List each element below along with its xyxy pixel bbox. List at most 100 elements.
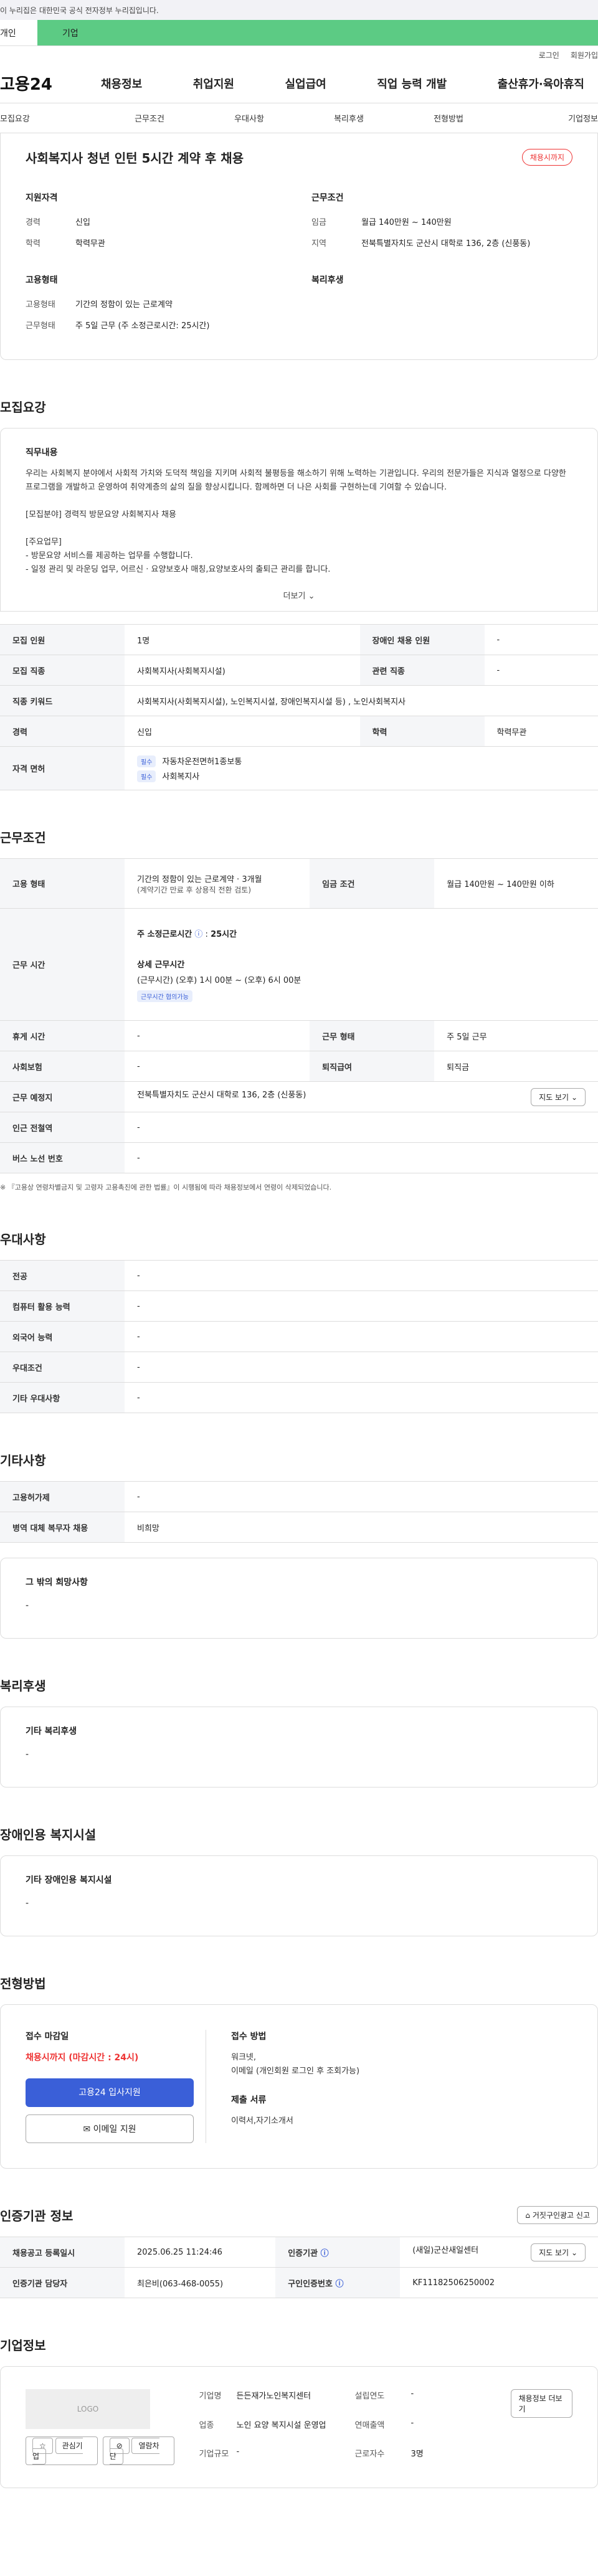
info-icon[interactable]: ⓘ bbox=[336, 2280, 344, 2289]
section-title-pref: 우대사항 bbox=[0, 1232, 46, 1247]
age-law-note: ※ 『고용상 연령차별금지 및 고령자 고용촉진에 관한 법률』이 시행됨에 따… bbox=[0, 1183, 332, 1191]
join-link[interactable]: 회원가입 bbox=[571, 50, 598, 60]
table-cell: 비희망 bbox=[125, 1512, 598, 1543]
duty-heading: 직무내용 bbox=[26, 448, 58, 458]
welfare-section: 복리후생 bbox=[311, 273, 572, 337]
kv-value: 든든재가노인복지센터 bbox=[236, 2392, 311, 2401]
site-logo[interactable]: 고용24 bbox=[0, 72, 87, 95]
table-header: 고용 형태 bbox=[0, 858, 125, 909]
table-header: 퇴직급여 bbox=[310, 1051, 435, 1082]
info-icon[interactable]: ⓘ bbox=[321, 2249, 329, 2258]
section-nav-item[interactable]: 모집요강 bbox=[0, 112, 100, 124]
section-nav-item[interactable]: 복리후생 bbox=[299, 112, 399, 124]
mail-icon: ✉ bbox=[83, 2124, 91, 2134]
table-row: 고용허가제 - bbox=[0, 1481, 598, 1512]
company-logo-placeholder: LOGO bbox=[26, 2389, 150, 2429]
table-cell: 신입 bbox=[125, 716, 360, 747]
tab-personal[interactable]: 개인 bbox=[0, 20, 37, 45]
kv-value: 주 5일 근무 (주 소정근로시간: 25시간) bbox=[75, 321, 210, 331]
kv-value: - bbox=[411, 2418, 414, 2428]
table-header: 컴퓨터 활용 능력 bbox=[0, 1290, 125, 1322]
deadline-value: 채용시까지 (마감시간 : 24시) bbox=[26, 2053, 139, 2063]
chevron-down-icon: ⌄ bbox=[308, 592, 315, 601]
table-row: 경력 신입 학력 학력무관 bbox=[0, 716, 598, 747]
gnb-item[interactable]: 직업 능력 개발 bbox=[363, 75, 460, 92]
kv-value: 3명 bbox=[411, 2450, 424, 2460]
etc-table: 고용허가제 - 병역 대체 복무자 채용 비희망 bbox=[0, 1481, 598, 1543]
table-row: 모집 인원 1명 장애인 채용 인원 - bbox=[0, 624, 598, 655]
info-icon[interactable]: ⓘ bbox=[194, 930, 202, 939]
section-heading: 근무조건 bbox=[311, 193, 344, 203]
more-button[interactable]: 더보기 ⌄ bbox=[26, 577, 572, 605]
section-nav-item[interactable]: 기업정보 bbox=[498, 112, 598, 124]
table-cell: 사회복지사(사회복지시설), 노인복지시설, 장애인복지시설 등) , 노인사회… bbox=[125, 685, 598, 716]
method-heading: 접수 방법 bbox=[231, 2032, 267, 2042]
table-cell: - bbox=[125, 1112, 598, 1143]
method-value: 워크넷, 이메일 (개인회원 로그인 후 조회가능) bbox=[231, 2053, 360, 2076]
table-cell: 퇴직금 bbox=[434, 1051, 598, 1082]
apply-online-button[interactable]: 고용24 입사지원 bbox=[26, 2078, 194, 2107]
apply-email-button[interactable]: ✉ 이메일 지원 bbox=[26, 2114, 194, 2143]
block-view-button[interactable]: ⊘ 열람차단 bbox=[102, 2436, 174, 2465]
table-header: 자격 면허 bbox=[0, 746, 125, 790]
gnb-item[interactable]: 실업급여 bbox=[272, 75, 340, 92]
wish-value: - bbox=[26, 1601, 29, 1611]
table-cell: - bbox=[125, 1260, 598, 1291]
table-header: 고용허가제 bbox=[0, 1481, 125, 1512]
section-nav-item[interactable]: 근무조건 bbox=[100, 112, 199, 124]
table-header: 인증기관 담당자 bbox=[0, 2267, 125, 2298]
kv-value: 전북특별자치도 군산시 대학로 136, 2층 (신풍동) bbox=[361, 239, 531, 249]
gnb-item[interactable]: 취업지원 bbox=[179, 75, 248, 92]
deadline-heading: 접수 마감일 bbox=[26, 2032, 69, 2042]
map-button[interactable]: 지도 보기 ⌄ bbox=[531, 2243, 586, 2261]
report-button[interactable]: ⌂ 거짓구인광고 신고 bbox=[517, 2206, 598, 2224]
work-place: 전북특별자치도 군산시 대학로 136, 2층 (신풍동) bbox=[137, 1090, 306, 1100]
condition-section: 근무조건 임금 월급 140만원 ~ 140만원 지역 전북특별자치도 군산시 대학… bbox=[311, 191, 572, 255]
user-type-tabs: 개인 기업 bbox=[0, 20, 598, 46]
home-icon: ⌂ bbox=[525, 2211, 531, 2220]
kv-key: 학력 bbox=[26, 239, 40, 249]
recruit-table: 모집 인원 1명 장애인 채용 인원 - 모집 직종 사회복지사(사회복지시설) 관련 직… bbox=[0, 624, 598, 790]
company-card: LOGO ☆ 관심기업 ⊘ 열람차단 기업명 든든재가노인복지센터 설립연도 - 업… bbox=[0, 2366, 598, 2488]
section-heading: 복리후생 bbox=[311, 275, 344, 285]
map-button-label: 지도 보기 bbox=[539, 2248, 569, 2257]
employment-sub: (계약기간 만료 후 상용직 전환 검토) bbox=[137, 885, 251, 894]
section-nav-item[interactable]: 우대사항 bbox=[199, 112, 299, 124]
kv-key: 기업명 bbox=[199, 2392, 222, 2401]
table-cell: 기간의 정함이 있는 근로계약 · 3개월 (계약기간 만료 후 상용직 전환 검… bbox=[125, 858, 310, 909]
kv-value: 기간의 정함이 있는 근로계약 bbox=[75, 300, 173, 310]
section-title-disabled: 장애인용 복지시설 bbox=[0, 1827, 97, 1842]
kv-value: 학력무관 bbox=[75, 239, 105, 249]
table-cell: - bbox=[125, 1142, 598, 1173]
map-button[interactable]: 지도 보기 ⌄ bbox=[531, 1087, 586, 1106]
gnb-item[interactable]: 출산휴가·육아휴직 bbox=[484, 75, 598, 92]
table-cell: (새일)군산새일센터 지도 보기 ⌄ bbox=[400, 2237, 598, 2268]
kv-key: 임금 bbox=[311, 218, 326, 227]
utility-menu: 로그인 회원가입 bbox=[0, 46, 598, 64]
login-link[interactable]: 로그인 bbox=[539, 50, 559, 60]
table-row: 병역 대체 복무자 채용 비희망 bbox=[0, 1512, 598, 1543]
kv-key: 연매출액 bbox=[354, 2420, 385, 2430]
table-row: 근무 예정지 전북특별자치도 군산시 대학로 136, 2층 (신풍동) 지도 보기… bbox=[0, 1081, 598, 1112]
tab-company[interactable]: 기업 bbox=[37, 20, 598, 45]
report-label: 거짓구인광고 신고 bbox=[532, 2211, 590, 2220]
table-header: 모집 직종 bbox=[0, 655, 125, 686]
more-jobs-button[interactable]: 채용정보 더보기 bbox=[510, 2389, 572, 2418]
table-cell: - bbox=[484, 624, 598, 655]
table-cell: 주 소정근로시간 ⓘ : 25시간 상세 근무시간 (근무시간) (오후) 1시… bbox=[125, 908, 598, 1021]
table-row: 모집 직종 사회복지사(사회복지시설) 관련 직종 - bbox=[0, 655, 598, 686]
table-header: 병역 대체 복무자 채용 bbox=[0, 1512, 125, 1543]
table-row: 우대조건 - bbox=[0, 1352, 598, 1383]
duty-text: 우리는 사회복지 분야에서 사회적 가치와 도덕적 책임을 지키며 사회적 불평… bbox=[26, 469, 566, 574]
deadline-badge: 채용시까지 bbox=[521, 149, 572, 166]
table-row: 컴퓨터 활용 능력 - bbox=[0, 1290, 598, 1322]
section-nav-item[interactable]: 전형방법 bbox=[399, 112, 498, 124]
table-cell: - bbox=[125, 1382, 598, 1413]
company-info-grid: 기업명 든든재가노인복지센터 설립연도 - 업종 노인 요양 복지시설 운영업 연매출… bbox=[199, 2389, 486, 2465]
gnb-item[interactable]: 채용정보 bbox=[87, 75, 156, 92]
favorite-company-button[interactable]: ☆ 관심기업 bbox=[26, 2436, 98, 2465]
kv-value: 신입 bbox=[75, 218, 90, 227]
table-header: 모집 인원 bbox=[0, 624, 125, 655]
required-chip: 필수 bbox=[137, 770, 156, 782]
table-header: 직종 키워드 bbox=[0, 685, 125, 716]
